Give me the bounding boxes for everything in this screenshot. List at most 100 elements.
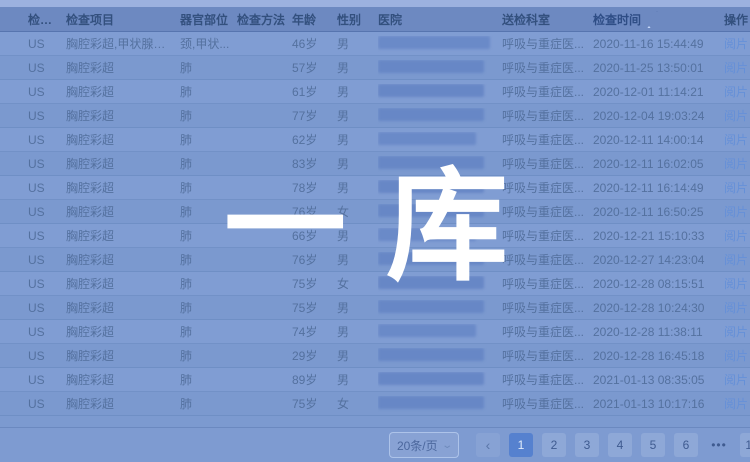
column-header-age: 年龄 [292,11,337,28]
cell-dept: 呼吸与重症医... [502,299,593,316]
view-images-link[interactable]: 阅片 [724,277,748,291]
cell-time: 2020-12-04 19:03:24 [593,109,724,123]
cell-organ: 肺 [180,371,237,388]
cell-action: 阅片 [724,371,750,388]
cell-action: 阅片 [724,107,750,124]
cell-hospital [378,132,502,148]
cell-type: US [28,373,66,387]
cell-age: 89岁 [292,371,337,388]
cell-hospital [378,324,502,340]
page-button-6[interactable]: 6 [674,433,698,457]
cell-hospital [378,396,502,412]
view-images-link[interactable]: 阅片 [724,157,748,171]
cell-gender: 男 [337,299,378,316]
cell-hospital [378,372,502,388]
cell-item: 胸腔彩超 [66,275,180,292]
cell-organ: 肺 [180,395,237,412]
cell-organ: 肺 [180,299,237,316]
cell-action: 阅片 [724,203,750,220]
table-row: US胸腔彩超肺75岁男呼吸与重症医...2020-12-28 10:24:30阅… [0,296,750,320]
cell-action: 阅片 [724,395,750,412]
view-images-link[interactable]: 阅片 [724,349,748,363]
hospital-censored-box [378,84,484,97]
table-row: US胸腔彩超肺57岁男呼吸与重症医...2020-11-25 13:50:01阅… [0,56,750,80]
cell-organ: 肺 [180,83,237,100]
cell-action: 阅片 [724,59,750,76]
cell-item: 胸腔彩超 [66,203,180,220]
cell-age: 77岁 [292,107,337,124]
view-images-link[interactable]: 阅片 [724,37,748,51]
table-row: US胸腔彩超,甲状腺彩超颈,甲状...46岁男呼吸与重症医...2020-11-… [0,32,750,56]
pages-ellipsis: ••• [707,433,731,457]
cell-item: 胸腔彩超 [66,395,180,412]
cell-dept: 呼吸与重症医... [502,35,593,52]
cell-dept: 呼吸与重症医... [502,347,593,364]
cell-organ: 肺 [180,131,237,148]
prev-page-button[interactable]: ‹ [476,433,500,457]
cell-item: 胸腔彩超 [66,227,180,244]
cell-dept: 呼吸与重症医... [502,371,593,388]
cell-time: 2020-12-28 11:38:11 [593,325,724,339]
column-header-method: 检查方法 [237,11,292,28]
view-images-link[interactable]: 阅片 [724,109,748,123]
cell-gender: 男 [337,323,378,340]
view-images-link[interactable]: 阅片 [724,133,748,147]
view-images-link[interactable]: 阅片 [724,61,748,75]
view-images-link[interactable]: 阅片 [724,253,748,267]
page-button-1[interactable]: 1 [509,433,533,457]
cell-item: 胸腔彩超 [66,59,180,76]
table-row: US胸腔彩超肺29岁男呼吸与重症医...2020-12-28 16:45:18阅… [0,344,750,368]
cell-age: 57岁 [292,59,337,76]
cell-time: 2020-12-11 14:00:14 [593,133,724,147]
cell-dept: 呼吸与重症医... [502,107,593,124]
cell-item: 胸腔彩超 [66,155,180,172]
hospital-censored-box [378,300,484,313]
view-images-link[interactable]: 阅片 [724,229,748,243]
view-images-link[interactable]: 阅片 [724,397,748,411]
cell-item: 胸腔彩超 [66,107,180,124]
hospital-censored-box [378,396,484,409]
page-button-2[interactable]: 2 [542,433,566,457]
cell-action: 阅片 [724,35,750,52]
cell-time: 2021-01-13 10:17:16 [593,397,724,411]
hospital-censored-box [378,132,476,145]
cell-time: 2020-11-25 13:50:01 [593,61,724,75]
cell-action: 阅片 [724,275,750,292]
column-header-action: 操作 [724,11,750,28]
table-row: US胸腔彩超肺75岁女呼吸与重症医...2021-01-13 10:17:16阅… [0,392,750,416]
hospital-censored-box [378,60,484,73]
hospital-censored-box [378,108,484,121]
cell-action: 阅片 [724,155,750,172]
page-button-16[interactable]: 16 [740,433,750,457]
view-images-link[interactable]: 阅片 [724,325,748,339]
cell-item: 胸腔彩超 [66,131,180,148]
cell-organ: 肺 [180,323,237,340]
cell-gender: 男 [337,35,378,52]
cell-age: 62岁 [292,131,337,148]
sort-ascending-icon[interactable] [645,12,661,26]
view-images-link[interactable]: 阅片 [724,85,748,99]
cell-type: US [28,253,66,267]
cell-time: 2021-01-13 08:35:05 [593,373,724,387]
cell-action: 阅片 [724,83,750,100]
cell-item: 胸腔彩超 [66,179,180,196]
cell-action: 阅片 [724,299,750,316]
page-size-select[interactable]: 20条/页 ⌄ [389,432,459,458]
view-images-link[interactable]: 阅片 [724,181,748,195]
column-header-time[interactable]: 检查时间 [593,11,724,28]
cell-time: 2020-12-11 16:14:49 [593,181,724,195]
cell-item: 胸腔彩超 [66,347,180,364]
exam-list-screen: 检查类型检查项目器官部位检查方法年龄性别医院送检科室检查时间操作 US胸腔彩超,… [0,0,750,462]
page-button-4[interactable]: 4 [608,433,632,457]
cell-hospital [378,108,502,124]
table-row: US胸腔彩超肺89岁男呼吸与重症医...2021-01-13 08:35:05阅… [0,368,750,392]
page-button-5[interactable]: 5 [641,433,665,457]
cell-time: 2020-12-28 10:24:30 [593,301,724,315]
view-images-link[interactable]: 阅片 [724,373,748,387]
watermark-text: 一库 [224,166,548,288]
view-images-link[interactable]: 阅片 [724,301,748,315]
view-images-link[interactable]: 阅片 [724,205,748,219]
cell-organ: 肺 [180,59,237,76]
page-button-3[interactable]: 3 [575,433,599,457]
cell-dept: 呼吸与重症医... [502,83,593,100]
